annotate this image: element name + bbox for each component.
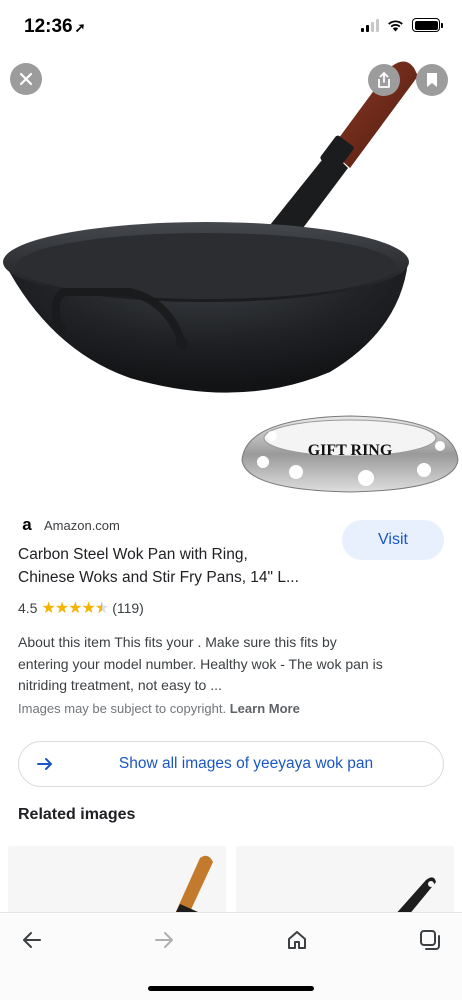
- title-line-1: Carbon Steel Wok Pan with Ring,: [18, 546, 248, 563]
- learn-more-link[interactable]: Learn More: [230, 701, 300, 716]
- copyright-text: Images may be subject to copyright.: [18, 701, 227, 716]
- status-icons: [361, 18, 443, 32]
- forward-button[interactable]: [144, 925, 184, 955]
- desc-line-2: entering your model number. Healthy wok …: [18, 655, 383, 672]
- clock: 12:36: [24, 16, 73, 37]
- tabs-icon: [420, 930, 440, 950]
- home-indicator[interactable]: [148, 986, 314, 991]
- visit-button[interactable]: Visit: [342, 520, 444, 560]
- show-all-label: Show all images of yeeyaya wok pan: [118, 755, 374, 772]
- rating-row: 4.5 ★★★★★★ (119): [18, 598, 144, 618]
- gift-ring-label: GIFT RING: [308, 442, 393, 459]
- home-button[interactable]: [277, 925, 317, 955]
- arrow-right-icon: [37, 758, 52, 770]
- back-arrow-icon: [23, 932, 41, 948]
- back-button[interactable]: [12, 925, 52, 955]
- related-image-thumbnail[interactable]: [8, 846, 226, 916]
- title-line-2: Chinese Woks and Stir Fry Pans, 14" L...: [18, 569, 299, 586]
- status-time: 12:36 ➚: [24, 16, 86, 38]
- product-image[interactable]: GIFT RING: [0, 0, 462, 500]
- home-icon: [288, 931, 306, 949]
- wifi-icon: [388, 19, 403, 31]
- battery-icon: [412, 18, 443, 32]
- share-button[interactable]: [368, 64, 400, 96]
- review-count: (119): [112, 600, 144, 616]
- rating-value: 4.5: [18, 600, 38, 616]
- cellular-signal-icon: [361, 18, 379, 32]
- related-images-heading: Related images: [18, 806, 136, 823]
- source-name: Amazon.com: [44, 517, 120, 533]
- share-icon: [378, 72, 390, 88]
- bookmark-button[interactable]: [416, 64, 448, 96]
- wok-thumbnail-image: [174, 855, 213, 916]
- close-icon: [19, 72, 33, 86]
- desc-line-1: About this item This fits your . Make su…: [18, 634, 337, 650]
- close-button[interactable]: [10, 63, 42, 95]
- wok-thumbnail-image: [394, 877, 436, 916]
- bookmark-icon: [427, 73, 437, 87]
- star-rating-icon: ★★★★★★: [41, 600, 109, 617]
- tabs-button[interactable]: [410, 925, 450, 955]
- amazon-logo-icon: a: [22, 515, 32, 534]
- location-arrow-icon: ➚: [74, 20, 86, 35]
- status-bar: 12:36 ➚: [0, 0, 462, 56]
- show-all-images-button[interactable]: Show all images of yeeyaya wok pan: [18, 741, 444, 787]
- result-description: About this item This fits your . Make su…: [18, 632, 448, 697]
- source-row[interactable]: a Amazon.com: [18, 515, 120, 534]
- result-title[interactable]: Carbon Steel Wok Pan with Ring, Chinese …: [18, 543, 338, 589]
- related-image-thumbnail[interactable]: [236, 846, 454, 916]
- browser-toolbar: [0, 912, 462, 1000]
- forward-arrow-icon: [155, 932, 173, 948]
- copyright-notice: Images may be subject to copyright. Lear…: [18, 701, 300, 716]
- desc-line-3: nitriding treatment, not easy to ...: [18, 677, 222, 693]
